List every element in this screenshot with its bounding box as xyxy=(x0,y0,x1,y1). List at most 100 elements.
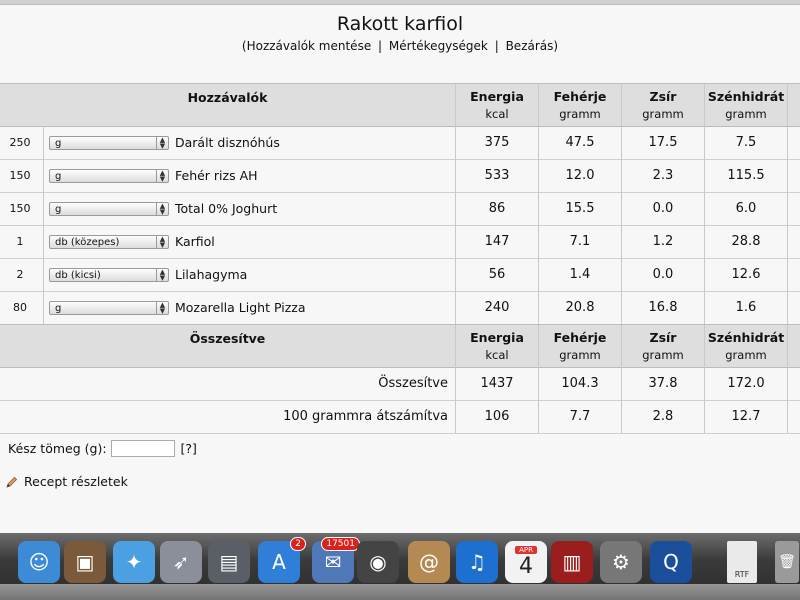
dock: ☺ ▣ ✦ ➶ ▤ A 2 ✉ 17501 ◉ @ ♫ APR 4 ▥ ⚙ Q RTF 🗑 xyxy=(0,533,800,600)
unit-select[interactable]: db (közepes) ▲ ▼ xyxy=(49,234,169,249)
save-ingredients-link[interactable]: (Hozzávalók mentése xyxy=(242,39,371,53)
app-store-icon[interactable]: A2 xyxy=(258,537,306,583)
separator: | xyxy=(378,39,383,53)
quantity-cell[interactable]: 1 xyxy=(0,225,40,258)
quantity-cell[interactable]: 150 xyxy=(0,159,40,192)
protein-header: Fehérje gramm xyxy=(553,89,607,121)
energy-cell: 375 xyxy=(484,135,510,150)
dock-glyph: ☺ xyxy=(28,550,50,574)
ingredient-row: 150 g ▲ ▼ Fehér rizs AH 533 12.0 2.3 115.5 xyxy=(0,159,800,193)
itunes-icon[interactable]: ♫ xyxy=(456,541,498,583)
separator: | xyxy=(494,39,499,53)
carbs-cell: 12.7 xyxy=(731,409,761,424)
unit-select[interactable]: g ▲ ▼ xyxy=(49,300,169,315)
ingredient-name: Total 0% Joghurt xyxy=(175,200,278,216)
safari-icon[interactable]: ✦ xyxy=(113,541,155,583)
iphoto-icon[interactable]: ▣ xyxy=(64,541,106,583)
energy-header: Energia kcal xyxy=(470,330,524,362)
carbs-cell: 12.6 xyxy=(731,267,761,282)
carbs-header: Szénhidrát gramm xyxy=(707,89,785,121)
energy-cell: 106 xyxy=(484,409,510,424)
unit-select-value: db (közepes) xyxy=(55,236,120,248)
select-arrows-icon: ▲ ▼ xyxy=(156,301,168,314)
facetime-icon[interactable]: ◉ xyxy=(357,541,399,583)
protein-cell: 104.3 xyxy=(561,376,599,391)
dock-glyph: Q xyxy=(663,550,679,574)
dock-glyph: ⚙ xyxy=(612,550,630,574)
select-arrows-icon: ▲ ▼ xyxy=(156,235,168,248)
unit-select[interactable]: db (kicsi) ▲ ▼ xyxy=(49,267,169,282)
dock-glyph: ✉ xyxy=(324,550,342,574)
fat-cell: 2.3 xyxy=(652,168,674,183)
select-arrows-icon: ▲ ▼ xyxy=(156,268,168,281)
quantity-cell[interactable]: 2 xyxy=(0,258,40,291)
contacts-icon[interactable]: @ xyxy=(408,541,450,583)
weight-label: Kész tömeg (g): xyxy=(8,441,107,456)
unit-select[interactable]: g ▲ ▼ xyxy=(49,168,169,183)
select-arrows-icon: ▲ ▼ xyxy=(156,202,168,215)
dock-badge: 2 xyxy=(290,537,306,551)
protein-cell: 20.8 xyxy=(565,300,595,315)
energy-cell: 56 xyxy=(488,267,506,282)
pencil-icon xyxy=(6,476,18,488)
dock-glyph: ✦ xyxy=(125,550,143,574)
recipe-details-label: Recept részletek xyxy=(24,474,128,489)
fat-cell: 17.5 xyxy=(648,135,678,150)
carbs-cell: 7.5 xyxy=(735,135,757,150)
photo-booth-icon[interactable]: ▥ xyxy=(551,541,593,583)
energy-header: Energia kcal xyxy=(470,89,524,121)
select-arrows-icon: ▲ ▼ xyxy=(156,136,168,149)
weight-help-link[interactable]: [?] xyxy=(181,441,197,456)
ingredient-row: 150 g ▲ ▼ Total 0% Joghurt 86 15.5 0.0 6.0 xyxy=(0,192,800,226)
fat-cell: 2.8 xyxy=(652,409,674,424)
rtf-document-icon[interactable]: RTF xyxy=(727,541,757,583)
ingredients-header-row: Hozzávalók Energia kcal Fehérje gramm Zsír… xyxy=(0,83,800,127)
protein-cell: 7.7 xyxy=(569,409,591,424)
quantity-cell[interactable]: 80 xyxy=(0,291,40,324)
trash-icon[interactable]: 🗑 xyxy=(775,541,799,583)
select-arrows-icon: ▲ ▼ xyxy=(156,169,168,182)
unit-select-value: g xyxy=(55,170,62,182)
summary-label: Összesítve xyxy=(378,376,448,391)
dock-glyph: RTF xyxy=(734,570,750,579)
close-link[interactable]: Bezárás) xyxy=(506,39,559,53)
calendar-month: APR xyxy=(515,545,537,554)
ingredient-name: Mozarella Light Pizza xyxy=(175,299,306,315)
weight-input[interactable] xyxy=(110,440,175,457)
recipe-details-link[interactable]: Recept részletek xyxy=(6,474,128,489)
ingredient-name: Darált disznóhús xyxy=(175,134,280,150)
fat-cell: 37.8 xyxy=(648,376,678,391)
unit-select-value: g xyxy=(55,203,62,215)
protein-cell: 1.4 xyxy=(569,267,591,282)
dock-glyph: ♫ xyxy=(468,550,486,574)
unit-select[interactable]: g ▲ ▼ xyxy=(49,135,169,150)
calendar-icon[interactable]: APR 4 xyxy=(505,541,547,583)
energy-cell: 86 xyxy=(488,201,506,216)
finder-icon[interactable]: ☺ xyxy=(18,541,60,583)
protein-cell: 47.5 xyxy=(565,135,595,150)
ingredient-name: Karfiol xyxy=(175,233,215,249)
units-link[interactable]: Mértékegységek xyxy=(389,39,488,53)
unit-select-value: g xyxy=(55,137,62,149)
unit-select[interactable]: g ▲ ▼ xyxy=(49,201,169,216)
carbs-cell: 172.0 xyxy=(727,376,765,391)
recipe-window: Rakott karfiol (Hozzávalók mentése | Mér… xyxy=(0,0,800,533)
ingredient-row: 250 g ▲ ▼ Darált disznóhús 375 47.5 17.5 7.5 xyxy=(0,126,800,160)
quantity-cell[interactable]: 250 xyxy=(0,126,40,159)
quantity-cell[interactable]: 150 xyxy=(0,192,40,225)
mission-control-icon[interactable]: ▤ xyxy=(208,541,250,583)
system-preferences-icon[interactable]: ⚙ xyxy=(600,541,642,583)
carbs-cell: 115.5 xyxy=(727,168,765,183)
summary-header-row: Összesítve Energia kcal Fehérje gramm Zsír… xyxy=(0,324,800,368)
summary-column-header: Összesítve xyxy=(189,331,266,346)
ingredient-row: 1 db (közepes) ▲ ▼ Karfiol 147 7.1 1.2 28.8 xyxy=(0,225,800,259)
summary-label: 100 grammra átszámítva xyxy=(283,409,448,424)
launchpad-icon[interactable]: ➶ xyxy=(160,541,202,583)
ingredient-row: 2 db (kicsi) ▲ ▼ Lilahagyma 56 1.4 0.0 12.6 xyxy=(0,258,800,292)
page-title: Rakott karfiol xyxy=(336,13,464,35)
dock-glyph: ◉ xyxy=(369,550,387,574)
mail-icon[interactable]: ✉ 17501 xyxy=(312,537,360,583)
energy-cell: 533 xyxy=(484,168,510,183)
quicktime-icon[interactable]: Q xyxy=(650,541,692,583)
dock-glyph: 🗑 xyxy=(778,554,796,570)
